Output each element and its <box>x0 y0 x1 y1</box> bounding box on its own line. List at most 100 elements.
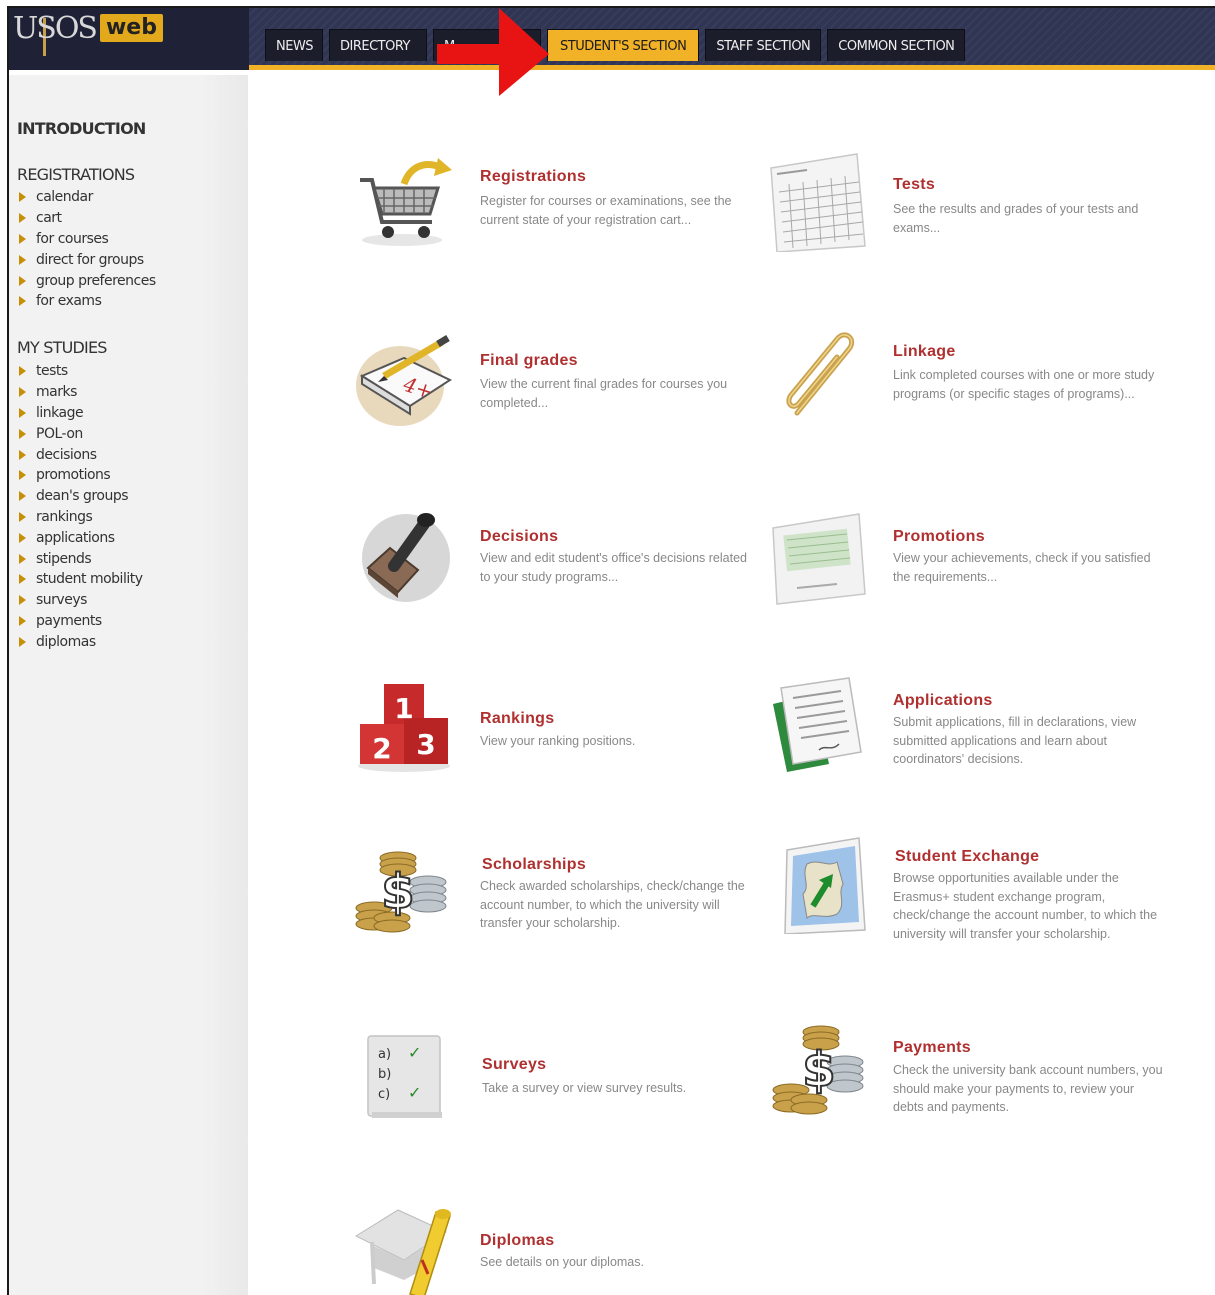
bullet-icon <box>19 275 26 286</box>
tile-title[interactable]: Applications <box>893 692 993 710</box>
check-icon: ✓ <box>408 1043 421 1062</box>
tile-description: View your ranking positions. <box>480 734 636 748</box>
tile-decisions[interactable]: Decisions View and edit student's office… <box>354 508 747 628</box>
graduation-cap-icon <box>354 1209 451 1295</box>
sidebar-item-deans-groups[interactable]: dean's groups <box>19 486 143 507</box>
sidebar-item-linkage[interactable]: linkage <box>19 403 143 424</box>
sidebar-registrations-heading[interactable]: REGISTRATIONS <box>17 165 135 184</box>
tile-title[interactable]: Tests <box>893 176 935 194</box>
tile-description: Take a survey or view survey results. <box>482 1081 687 1095</box>
certificate-icon <box>772 513 866 605</box>
bullet-icon <box>19 428 26 439</box>
main-nav-tabs: NEWS DIRECTORY M STUDENT'S SECTION STAFF… <box>265 29 966 61</box>
tile-linkage[interactable]: Linkage Link completed courses with one … <box>767 325 1157 445</box>
tile-description: See details on your diplomas. <box>480 1255 644 1269</box>
bullet-icon <box>19 574 26 585</box>
tile-title[interactable]: Diplomas <box>480 1232 554 1250</box>
usos-web-logo[interactable]: USOS web <box>13 8 163 48</box>
sidebar-item-surveys[interactable]: surveys <box>19 590 143 611</box>
europe-map-icon <box>784 837 866 934</box>
red-arrow-icon <box>437 8 549 96</box>
tile-title[interactable]: Payments <box>893 1039 971 1057</box>
sidebar-item-calendar[interactable]: calendar <box>19 187 156 208</box>
tile-applications[interactable]: Applications Submit applications, fill i… <box>767 672 1157 792</box>
tile-surveys[interactable]: a) b) c) ✓ ✓ Surveys Take a survey or vi… <box>354 1030 744 1150</box>
bullet-icon <box>19 233 26 244</box>
bullet-icon <box>19 636 26 647</box>
bullet-icon <box>19 366 26 377</box>
tile-description: See the results and grades of your tests… <box>893 202 1139 235</box>
tile-diplomas[interactable]: Diplomas See details on your diplomas. <box>354 1198 744 1295</box>
test-sheet-icon <box>770 153 866 252</box>
tile-tests[interactable]: Tests See the results and grades of your… <box>767 152 1157 272</box>
sidebar-item-tests[interactable]: tests <box>19 361 143 382</box>
bullet-icon <box>19 553 26 564</box>
sidebar-item-rankings[interactable]: rankings <box>19 507 143 528</box>
check-icon: ✓ <box>408 1083 421 1102</box>
sidebar-item-group-preferences[interactable]: group preferences <box>19 270 156 291</box>
tile-registrations[interactable]: Registrations Register for courses or ex… <box>354 152 744 272</box>
first-place: 1 <box>394 692 413 725</box>
tile-description: View and edit student's office's decisio… <box>480 551 747 584</box>
my-studies-list: tests marks linkage POL-on decisions pro… <box>19 361 143 652</box>
paperclip-icon <box>786 332 855 416</box>
tile-promotions[interactable]: Promotions View your achievements, check… <box>767 508 1157 628</box>
bullet-icon <box>19 387 26 398</box>
sidebar-item-payments[interactable]: payments <box>19 611 143 632</box>
tile-payments[interactable]: $ Payments Check the university bank acc… <box>767 1020 1163 1140</box>
tile-student-exchange[interactable]: Student Exchange Browse opportunities av… <box>767 834 1157 954</box>
bullet-icon <box>19 296 26 307</box>
tile-description: View the current final grades for course… <box>480 377 728 410</box>
tile-description: Browse opportunities available under the… <box>893 871 1158 941</box>
tile-final-grades[interactable]: 4+ Final grades View the current final g… <box>354 334 744 454</box>
tab-common-section[interactable]: COMMON SECTION <box>827 29 966 61</box>
sidebar-item-promotions[interactable]: promotions <box>19 465 143 486</box>
tile-title[interactable]: Decisions <box>480 528 558 546</box>
sidebar: INTRODUCTION REGISTRATIONS calendar cart… <box>9 75 248 1295</box>
tile-rankings[interactable]: 1 2 3 Rankings View your ranking positio… <box>354 678 744 798</box>
sidebar-introduction[interactable]: INTRODUCTION <box>17 119 146 138</box>
coins-dollar-icon: $ <box>355 851 447 933</box>
dollar-sign: $ <box>381 864 414 920</box>
bullet-icon <box>19 615 26 626</box>
tab-staff-section[interactable]: STAFF SECTION <box>705 29 822 61</box>
sidebar-item-for-exams[interactable]: for exams <box>19 291 156 312</box>
sidebar-item-stipends[interactable]: stipends <box>19 548 143 569</box>
sidebar-item-direct-for-groups[interactable]: direct for groups <box>19 249 156 270</box>
tab-students-section[interactable]: STUDENT'S SECTION <box>547 29 700 61</box>
tile-title[interactable]: Promotions <box>893 528 985 546</box>
third-place: 3 <box>416 728 435 761</box>
sidebar-my-studies-heading[interactable]: MY STUDIES <box>17 338 107 357</box>
tile-description: View your achievements, check if you sat… <box>893 551 1151 584</box>
sidebar-item-diplomas[interactable]: diplomas <box>19 631 143 652</box>
sidebar-item-decisions[interactable]: decisions <box>19 444 143 465</box>
coins-dollar-icon: $ <box>772 1025 864 1115</box>
sidebar-item-for-courses[interactable]: for courses <box>19 229 156 250</box>
tile-title[interactable]: Linkage <box>893 343 956 361</box>
top-header: USOS web NEWS DIRECTORY M STUDENT'S SECT… <box>9 8 1215 70</box>
tile-title[interactable]: Registrations <box>480 168 586 186</box>
tile-title[interactable]: Rankings <box>480 710 554 728</box>
tile-title[interactable]: Final grades <box>480 352 578 370</box>
tile-title[interactable]: Surveys <box>482 1056 546 1074</box>
shopping-cart-icon <box>360 158 452 246</box>
logo-web-badge: web <box>99 14 163 42</box>
sidebar-item-student-mobility[interactable]: student mobility <box>19 569 143 590</box>
sidebar-item-marks[interactable]: marks <box>19 382 143 403</box>
tile-description: Link completed courses with one or more … <box>893 368 1155 401</box>
sidebar-item-pol-on[interactable]: POL-on <box>19 423 143 444</box>
option-b: b) <box>378 1067 391 1082</box>
tile-description: Register for courses or examinations, se… <box>480 194 732 227</box>
option-a: a) <box>378 1047 391 1062</box>
tile-title[interactable]: Scholarships <box>482 856 586 874</box>
tile-scholarships[interactable]: $ Scholarships Check awarded scholarship… <box>354 838 745 958</box>
sidebar-item-applications[interactable]: applications <box>19 527 143 548</box>
tile-title[interactable]: Student Exchange <box>895 848 1039 866</box>
sidebar-item-cart[interactable]: cart <box>19 208 156 229</box>
tile-description: Submit applications, fill in declaration… <box>893 715 1137 766</box>
podium-icon: 1 2 3 <box>358 684 450 772</box>
logo-area: USOS web <box>9 8 249 70</box>
bullet-icon <box>19 254 26 265</box>
tab-news[interactable]: NEWS <box>265 29 323 61</box>
tab-directory[interactable]: DIRECTORY <box>329 29 427 61</box>
